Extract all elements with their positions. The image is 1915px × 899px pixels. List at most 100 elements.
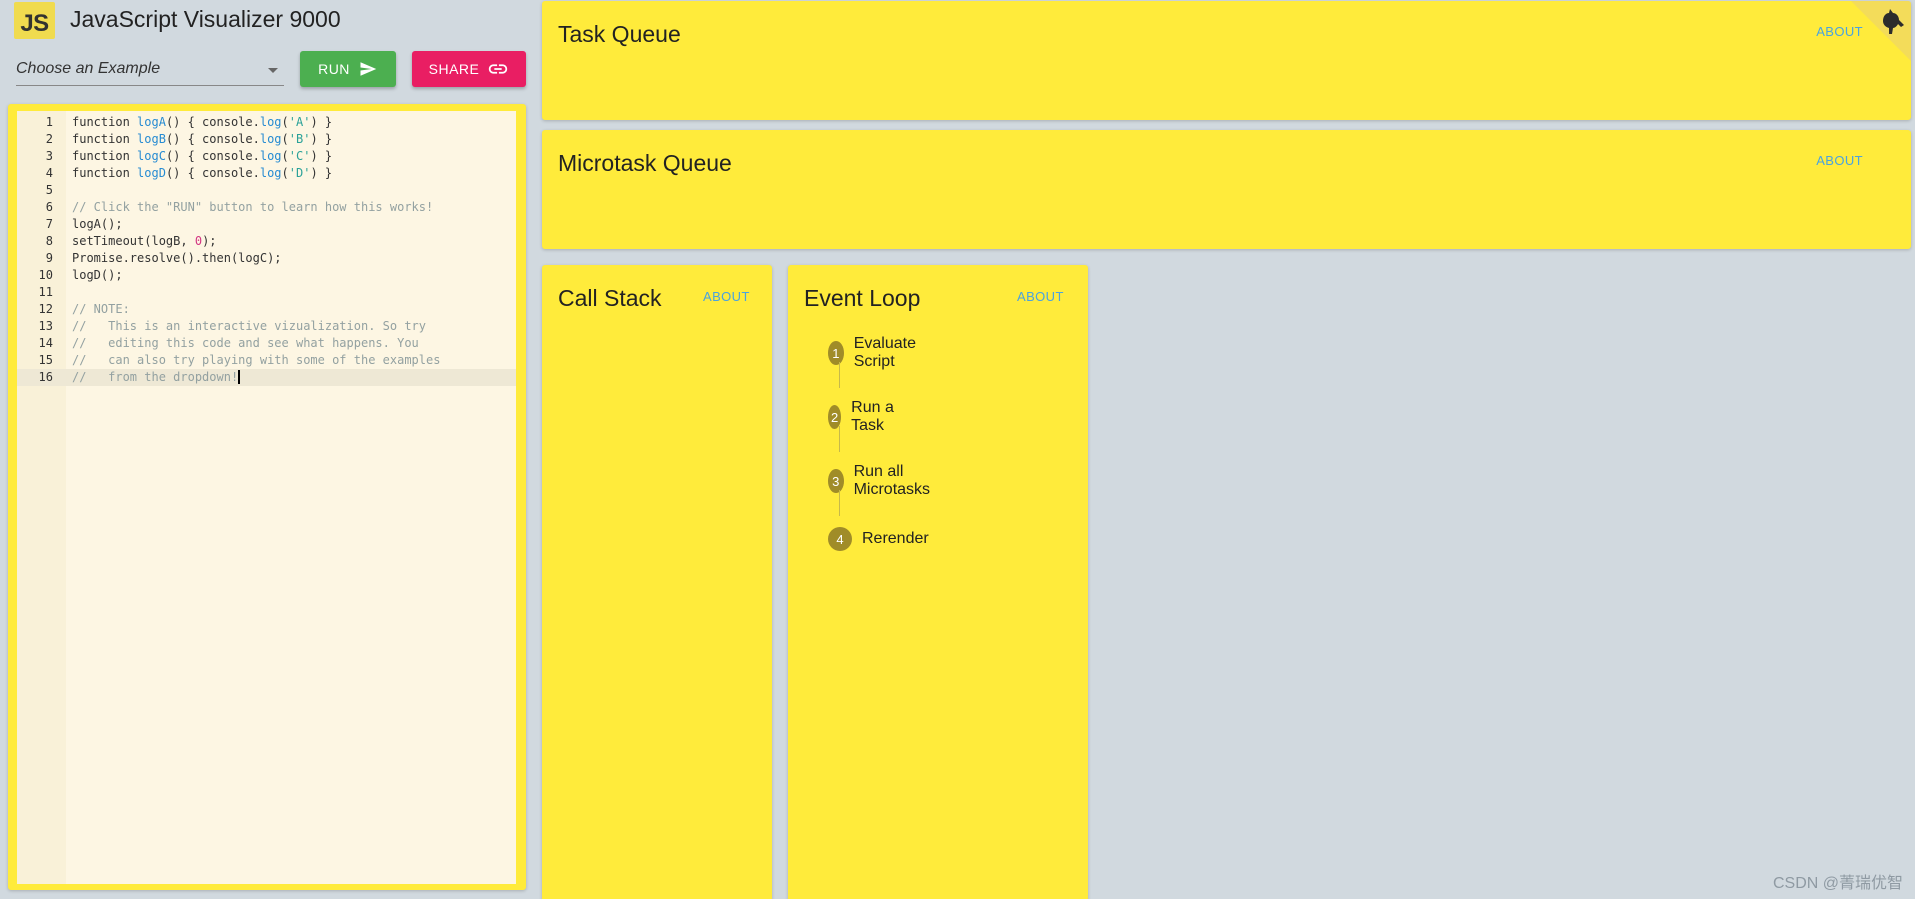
code-token: log — [259, 115, 282, 129]
text-cursor — [238, 370, 240, 384]
step-number-badge: 4 — [828, 527, 852, 551]
link-icon — [489, 64, 508, 74]
call-stack-title: Call Stack — [558, 285, 662, 311]
code-token: logA(); — [72, 217, 123, 231]
code-text[interactable]: // editing this code and see what happen… — [53, 335, 419, 352]
code-token: log — [259, 132, 282, 146]
code-token: ( — [281, 115, 289, 129]
line-number: 12 — [38, 302, 53, 316]
code-token: () { console. — [165, 149, 260, 163]
code-token: function — [72, 132, 138, 146]
call-stack-panel: Call Stack ABOUT — [542, 265, 772, 899]
code-text[interactable]: setTimeout(logB, 0); — [53, 233, 217, 250]
code-lines[interactable]: 1 function logA() { console.log('A') } 2 fu… — [17, 114, 516, 386]
run-button-label: RUN — [318, 61, 350, 77]
code-text[interactable]: // can also try playing with some of the… — [53, 352, 440, 369]
line-number: 10 — [38, 268, 53, 282]
code-token: ) } — [310, 132, 333, 146]
code-line[interactable]: 2 function logB() { console.log('B') } — [17, 131, 516, 148]
code-token: logA — [137, 115, 166, 129]
line-number: 16 — [38, 370, 53, 384]
microtask-queue-about-link[interactable]: ABOUT — [1816, 153, 1863, 168]
code-line[interactable]: 12 // NOTE: — [17, 301, 516, 318]
code-token: ( — [281, 166, 289, 180]
code-text[interactable]: // This is an interactive vizualization.… — [53, 318, 426, 335]
run-button[interactable]: RUN — [300, 51, 396, 87]
code-line[interactable]: 5 — [17, 182, 516, 199]
code-token: logD(); — [72, 268, 123, 282]
code-line[interactable]: 10 logD(); — [17, 267, 516, 284]
code-token: ( — [281, 149, 289, 163]
js-logo: JS — [14, 2, 55, 39]
code-token: // from the dropdown! — [72, 370, 239, 384]
code-token: // This is an interactive vizualization.… — [72, 319, 427, 333]
task-queue-title: Task Queue — [558, 21, 681, 47]
code-line[interactable]: 8 setTimeout(logB, 0); — [17, 233, 516, 250]
code-token: logD — [137, 166, 166, 180]
code-token: // editing this code and see what happen… — [72, 336, 419, 350]
call-stack-about-link[interactable]: ABOUT — [703, 289, 750, 304]
line-number: 4 — [45, 166, 53, 180]
code-line[interactable]: 15 // can also try playing with some of t… — [17, 352, 516, 369]
code-line[interactable]: 4 function logD() { console.log('D') } — [17, 165, 516, 182]
microtask-queue-title: Microtask Queue — [558, 150, 732, 176]
code-token: ) } — [310, 166, 333, 180]
code-line[interactable]: 6 // Click the "RUN" button to learn how … — [17, 199, 516, 216]
code-token: 'B' — [288, 132, 311, 146]
code-text[interactable]: function logC() { console.log('C') } — [53, 148, 332, 165]
app-title: JavaScript Visualizer 9000 — [70, 6, 341, 32]
code-text[interactable]: // Click the "RUN" button to learn how t… — [53, 199, 433, 216]
line-number: 2 — [45, 132, 53, 146]
microtask-queue-panel: Microtask Queue ABOUT — [542, 130, 1911, 249]
code-token: function — [72, 149, 138, 163]
code-text[interactable] — [53, 284, 72, 301]
code-line[interactable]: 1 function logA() { console.log('A') } — [17, 114, 516, 131]
code-line[interactable]: 3 function logC() { console.log('C') } — [17, 148, 516, 165]
code-text[interactable]: function logB() { console.log('B') } — [53, 131, 332, 148]
code-token: () { console. — [165, 166, 260, 180]
watermark: CSDN @菁瑞优智 — [1772, 875, 1903, 892]
page: JS JavaScript Visualizer 9000 Choose an … — [0, 0, 1915, 899]
code-token: ( — [281, 132, 289, 146]
code-line[interactable]: 7 logA(); — [17, 216, 516, 233]
code-line[interactable]: 9 Promise.resolve().then(logC); — [17, 250, 516, 267]
code-line[interactable]: 16 // from the dropdown! — [17, 369, 516, 386]
line-number: 1 — [45, 115, 53, 129]
code-token: 0 — [194, 234, 203, 248]
code-line[interactable]: 11 — [17, 284, 516, 301]
line-number: 5 — [45, 183, 53, 197]
event-loop-about-link[interactable]: ABOUT — [1017, 289, 1064, 304]
code-text[interactable]: function logD() { console.log('D') } — [53, 165, 332, 182]
code-token: function — [72, 115, 138, 129]
step-label: Run a Task — [851, 399, 894, 434]
step-connector — [839, 362, 840, 388]
line-number: 14 — [38, 336, 53, 350]
code-text[interactable]: // from the dropdown! — [53, 369, 240, 386]
line-number: 15 — [38, 353, 53, 367]
code-text[interactable]: // NOTE: — [53, 301, 130, 318]
code-token: () { console. — [165, 132, 260, 146]
send-icon — [360, 62, 377, 76]
github-corner[interactable] — [1851, 1, 1911, 61]
code-line[interactable]: 14 // editing this code and see what happ… — [17, 335, 516, 352]
code-token: log — [259, 149, 282, 163]
code-text[interactable]: Promise.resolve().then(logC); — [53, 250, 282, 267]
code-token: () { console. — [165, 115, 260, 129]
line-number: 11 — [38, 285, 53, 299]
code-text[interactable]: logD(); — [53, 267, 123, 284]
event-loop-step: 3 Run all Microtasks — [828, 463, 938, 499]
code-token: ) } — [310, 115, 333, 129]
step-label: Run all Microtasks — [853, 463, 931, 498]
code-line[interactable]: 13 // This is an interactive vizualizatio… — [17, 318, 516, 335]
step-number-badge: 3 — [828, 469, 844, 493]
example-select[interactable]: Choose an Example — [16, 52, 284, 86]
code-editor[interactable]: 1 function logA() { console.log('A') } 2 fu… — [17, 111, 516, 884]
share-button[interactable]: SHARE — [412, 51, 526, 87]
code-token: log — [259, 166, 282, 180]
line-number: 13 — [38, 319, 53, 333]
code-text[interactable]: function logA() { console.log('A') } — [53, 114, 332, 131]
code-text[interactable] — [53, 182, 72, 199]
step-connector — [839, 490, 840, 516]
code-token: logC — [137, 149, 166, 163]
code-text[interactable]: logA(); — [53, 216, 123, 233]
